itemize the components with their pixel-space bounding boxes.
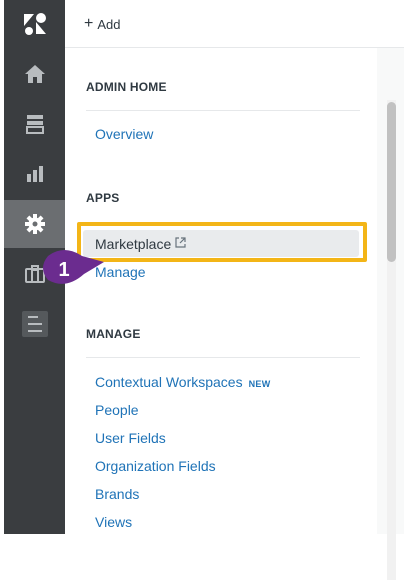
nav-link-overview[interactable]: Overview	[95, 126, 153, 142]
scrollbar-thumb[interactable]	[387, 102, 396, 262]
nav-link-brands[interactable]: Brands	[95, 486, 139, 502]
section-divider	[86, 110, 360, 111]
rail-reporting[interactable]	[4, 150, 65, 198]
section-title-apps: APPS	[86, 191, 120, 205]
add-button[interactable]: + Add	[84, 15, 120, 33]
plus-icon: +	[84, 15, 94, 32]
admin-gear-icon	[24, 214, 45, 234]
add-button-label: Add	[97, 16, 121, 32]
zendesk-logo[interactable]	[4, 0, 65, 48]
nav-link-organization-fields[interactable]: Organization Fields	[95, 458, 216, 474]
rail-home[interactable]	[4, 50, 65, 98]
nav-link-views[interactable]: Views	[95, 514, 132, 530]
new-badge: NEW	[248, 379, 271, 389]
rail-views[interactable]	[4, 100, 65, 148]
nav-link-user-fields[interactable]: User Fields	[95, 430, 166, 446]
step-number: 1	[58, 258, 70, 281]
apps-list-icon	[21, 311, 48, 337]
views-icon	[25, 115, 44, 134]
reporting-icon	[26, 166, 43, 182]
section-title-admin-home: ADMIN HOME	[86, 80, 167, 94]
section-divider	[86, 357, 360, 358]
nav-link-contextual-workspaces[interactable]: Contextual Workspaces NEW	[95, 374, 271, 390]
nav-link-people[interactable]: People	[95, 402, 139, 418]
home-icon	[24, 65, 45, 83]
scrollbar[interactable]	[387, 100, 396, 580]
top-bar: + Add	[65, 0, 404, 48]
zendesk-logo-icon	[23, 13, 46, 35]
rail-apps[interactable]	[4, 300, 65, 348]
external-link-icon	[175, 235, 186, 253]
rail-admin[interactable]	[4, 200, 65, 248]
step-callout: 1	[42, 248, 142, 292]
contextual-workspaces-label: Contextual Workspaces	[95, 374, 243, 390]
section-title-manage: MANAGE	[86, 327, 141, 341]
